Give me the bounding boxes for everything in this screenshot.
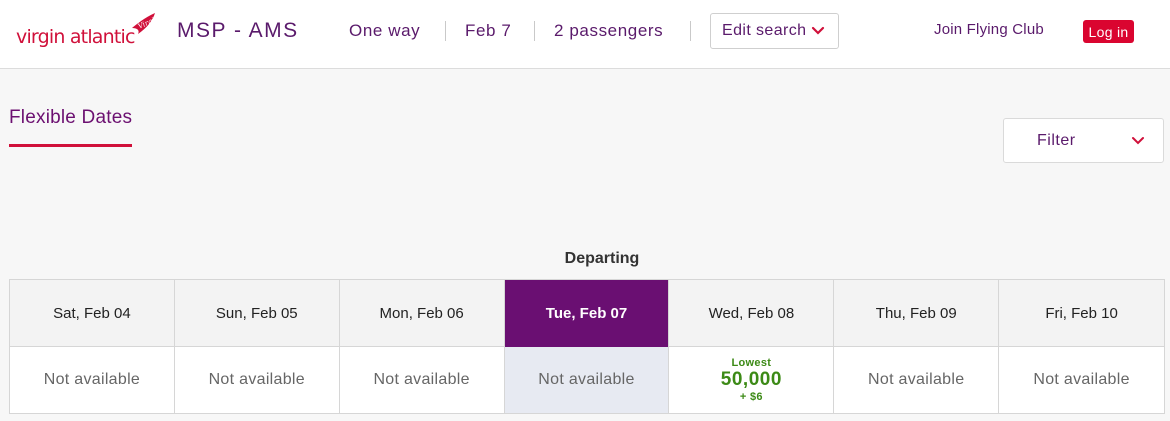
fare-cell: Not available (504, 347, 669, 413)
availability-text: Not available (1033, 371, 1130, 388)
fare-cell: Not available (999, 347, 1164, 413)
date-header[interactable]: Sat, Feb 04 (10, 280, 174, 347)
date-column[interactable]: Sun, Feb 05 Not available (174, 280, 340, 413)
divider (534, 21, 535, 41)
fare-cell: Not available (10, 347, 174, 413)
availability-text: Not available (538, 371, 635, 388)
edit-search-button[interactable]: Edit search (710, 13, 839, 49)
availability-text: Not available (43, 371, 141, 388)
join-flying-club-link[interactable]: Join Flying Club (934, 21, 1044, 38)
availability-text: Not available (373, 371, 470, 388)
date-column[interactable]: Wed, Feb 08 Lowest 50,000 + $6 (669, 280, 835, 413)
fare-cell[interactable]: Lowest 50,000 + $6 (669, 347, 833, 413)
passenger-count: 2 passengers (554, 21, 664, 40)
filter-dropdown[interactable]: Filter (1003, 118, 1164, 163)
date-column[interactable]: Mon, Feb 06 Not available (339, 280, 505, 413)
chevron-down-icon (1132, 137, 1144, 145)
virgin-atlantic-logo[interactable]: virgin atlantic Virgin (16, 10, 158, 50)
flexible-dates-grid: Sat, Feb 04 Not available Sun, Feb 05 No… (9, 279, 1165, 414)
virgin-flag-logo-icon: Virgin (132, 13, 158, 34)
date-header[interactable]: Tue, Feb 07 (504, 280, 669, 347)
date-column[interactable]: Sat, Feb 04 Not available (10, 280, 175, 413)
date-column[interactable]: Thu, Feb 09 Not available (834, 280, 1000, 413)
fare-cell: Not available (340, 347, 504, 413)
edit-search-label: Edit search (722, 22, 807, 39)
route-title: MSP - AMS (177, 19, 299, 42)
logo-mark-text: Virgin (137, 14, 158, 31)
date-column[interactable]: Fri, Feb 10 Not available (999, 280, 1165, 413)
divider (445, 21, 446, 41)
chevron-down-icon (812, 26, 825, 35)
filter-label: Filter (1037, 131, 1076, 149)
lowest-badge: Lowest (731, 357, 772, 369)
trip-date: Feb 7 (465, 21, 512, 40)
divider (690, 21, 691, 41)
date-header[interactable]: Wed, Feb 08 (669, 280, 834, 347)
date-column-selected[interactable]: Tue, Feb 07 Not available (504, 280, 670, 413)
departing-heading: Departing (564, 250, 640, 267)
date-header[interactable]: Thu, Feb 09 (834, 280, 999, 347)
fare-cell: Not available (175, 347, 339, 413)
top-header: virgin atlantic Virgin MSP - AMS One way… (0, 0, 1170, 69)
availability-text: Not available (208, 371, 305, 388)
date-header[interactable]: Fri, Feb 10 (999, 280, 1165, 347)
fare-taxes: + $6 (739, 391, 763, 403)
fare-cell: Not available (834, 347, 998, 413)
trip-type: One way (349, 21, 421, 40)
date-header[interactable]: Mon, Feb 06 (339, 280, 504, 347)
tab-flexible-dates[interactable]: Flexible Dates (9, 107, 133, 147)
availability-text: Not available (868, 371, 965, 388)
date-header[interactable]: Sun, Feb 05 (174, 280, 339, 347)
logo-text: virgin atlantic (16, 26, 135, 48)
fare-points: 50,000 (720, 369, 782, 390)
login-button[interactable]: Log in (1083, 20, 1134, 43)
